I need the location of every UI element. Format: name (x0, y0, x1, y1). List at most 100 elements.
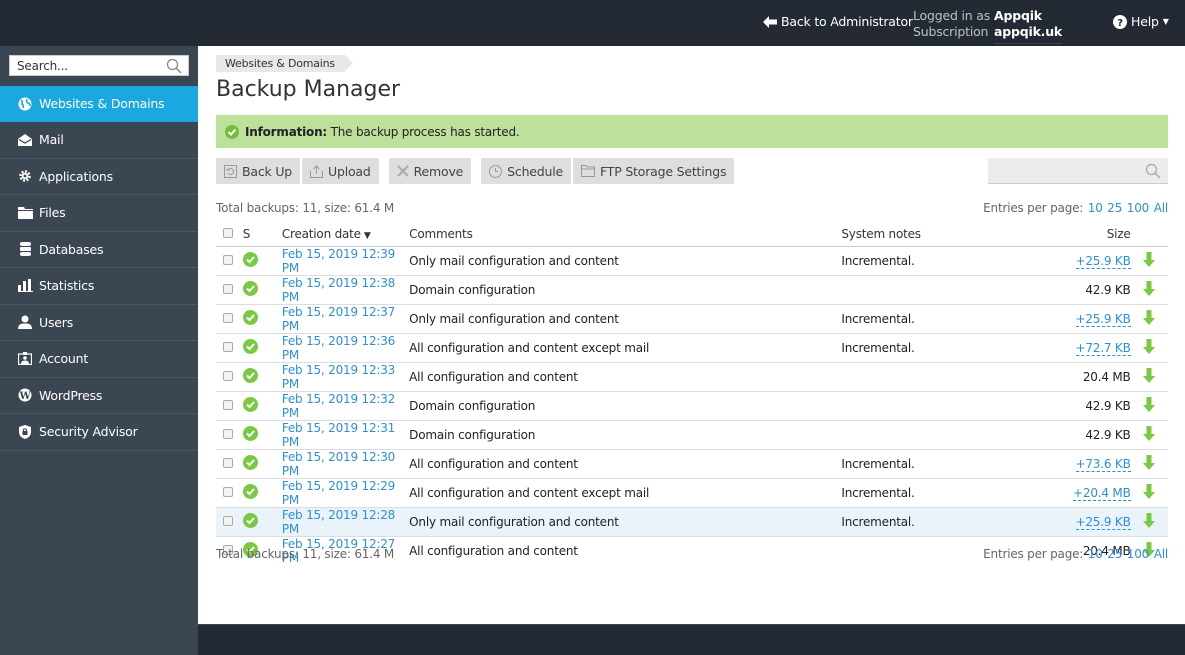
table-row[interactable]: Feb 15, 2019 12:33 PM All configuration a… (216, 362, 1168, 392)
row-checkbox[interactable] (223, 428, 233, 439)
backup-date-link[interactable]: Feb 15, 2019 12:28 PM (282, 508, 395, 536)
back-to-administrator-link[interactable]: Back to Administrator (763, 14, 913, 29)
entries-per-page-bottom: Entries per page: 10 25 100 All (983, 547, 1168, 561)
sidebar-item-statistics[interactable]: Statistics (0, 268, 198, 305)
schedule-label: Schedule (507, 163, 563, 179)
sidebar-item-applications[interactable]: Applications (0, 159, 198, 195)
search-icon[interactable] (1145, 163, 1161, 179)
remove-label: Remove (413, 163, 464, 179)
row-checkbox[interactable] (223, 399, 233, 410)
table-row[interactable]: Feb 15, 2019 12:39 PM Only mail configura… (216, 246, 1168, 276)
sidebar-item-wordpress[interactable]: W WordPress (0, 378, 198, 414)
sidebar-item-label: Account (39, 351, 89, 367)
top-bar: Back to Administrator Logged in as Subsc… (0, 0, 1185, 46)
status-success-icon (242, 309, 258, 325)
backup-size-link[interactable]: +72.7 KB (1075, 340, 1131, 356)
search-placeholder: Search... (17, 58, 68, 73)
backup-size-link[interactable]: +25.9 KB (1075, 311, 1131, 327)
row-checkbox[interactable] (223, 486, 233, 497)
backup-date-link[interactable]: Feb 15, 2019 12:29 PM (282, 479, 395, 507)
select-all-checkbox[interactable] (223, 227, 233, 238)
sidebar-item-label: Users (39, 314, 74, 330)
row-checkbox[interactable] (223, 283, 233, 294)
download-icon[interactable] (1142, 251, 1155, 267)
backup-size-link[interactable]: +73.6 KB (1075, 456, 1131, 472)
row-checkbox[interactable] (223, 457, 233, 468)
wordpress-icon: W (17, 387, 33, 403)
table-row[interactable]: Feb 15, 2019 12:36 PM All configuration a… (216, 333, 1168, 363)
breadcrumb-websites-domains[interactable]: Websites & Domains (216, 55, 353, 72)
backup-date-link[interactable]: Feb 15, 2019 12:31 PM (282, 421, 395, 449)
entries-option-10[interactable]: 10 (1088, 547, 1103, 561)
row-checkbox[interactable] (223, 515, 233, 526)
backup-date-link[interactable]: Feb 15, 2019 12:36 PM (282, 334, 395, 362)
backup-date-link[interactable]: Feb 15, 2019 12:37 PM (282, 305, 395, 333)
subscription-selector[interactable]: appqik.uk (994, 24, 1062, 44)
backup-date-link[interactable]: Feb 15, 2019 12:39 PM (282, 247, 395, 275)
table-row[interactable]: Feb 15, 2019 12:30 PM All configuration a… (216, 449, 1168, 479)
row-checkbox[interactable] (223, 254, 233, 265)
backup-date-link[interactable]: Feb 15, 2019 12:38 PM (282, 276, 395, 304)
status-success-icon (242, 367, 258, 383)
sidebar-item-files[interactable]: Files (0, 195, 198, 232)
sidebar-item-security-advisor[interactable]: Security Advisor (0, 414, 198, 451)
backup-date-link[interactable]: Feb 15, 2019 12:33 PM (282, 363, 395, 391)
table-row[interactable]: Feb 15, 2019 12:32 PM Domain configuratio… (216, 391, 1168, 421)
backup-date-link[interactable]: Feb 15, 2019 12:32 PM (282, 392, 395, 420)
download-icon[interactable] (1142, 454, 1155, 470)
download-icon[interactable] (1142, 512, 1155, 528)
entries-option-25[interactable]: 25 (1107, 201, 1122, 215)
row-checkbox[interactable] (223, 312, 233, 323)
user-name[interactable]: Appqik (994, 8, 1062, 24)
download-icon[interactable] (1142, 309, 1155, 325)
entries-label: Entries per page: (983, 547, 1084, 561)
download-icon[interactable] (1142, 367, 1155, 383)
entries-option-100[interactable]: 100 (1127, 547, 1150, 561)
download-icon[interactable] (1142, 338, 1155, 354)
row-checkbox[interactable] (223, 370, 233, 381)
table-row[interactable]: Feb 15, 2019 12:28 PM Only mail configura… (216, 507, 1168, 537)
download-icon[interactable] (1142, 280, 1155, 296)
table-row[interactable]: Feb 15, 2019 12:38 PM Domain configuratio… (216, 275, 1168, 305)
svg-text:W: W (18, 391, 31, 402)
upload-label: Upload (328, 163, 371, 179)
download-icon[interactable] (1142, 396, 1155, 412)
sidebar-item-users[interactable]: Users (0, 305, 198, 341)
total-backups-summary-top: Total backups: 11, size: 61.4 M (216, 201, 395, 215)
backup-system-notes (841, 275, 1001, 305)
entries-option-all[interactable]: All (1154, 547, 1168, 561)
back-up-button[interactable]: Back Up (216, 158, 301, 184)
sidebar-search-input[interactable]: Search... (9, 55, 189, 76)
table-row[interactable]: Feb 15, 2019 12:37 PM Only mail configura… (216, 304, 1168, 334)
remove-button[interactable]: Remove (388, 158, 472, 184)
schedule-button[interactable]: Schedule (481, 158, 571, 184)
row-checkbox[interactable] (223, 341, 233, 352)
ftp-storage-settings-button[interactable]: FTP Storage Settings (573, 158, 735, 184)
help-menu[interactable]: ? Help ▼ (1113, 14, 1169, 29)
column-creation-date[interactable]: Creation date ▼ (281, 222, 410, 247)
backup-size-link[interactable]: +20.4 MB (1073, 485, 1131, 501)
entries-option-25[interactable]: 25 (1107, 547, 1122, 561)
entries-option-10[interactable]: 10 (1088, 201, 1103, 215)
sidebar-item-websites-domains[interactable]: Websites & Domains (0, 86, 198, 122)
download-icon[interactable] (1142, 483, 1155, 499)
backup-date-link[interactable]: Feb 15, 2019 12:30 PM (282, 450, 395, 478)
download-icon[interactable] (1142, 425, 1155, 441)
table-row[interactable]: Feb 15, 2019 12:29 PM All configuration a… (216, 478, 1168, 508)
check-circle-icon (225, 124, 239, 139)
backup-size: 42.9 KB (1085, 398, 1131, 413)
backup-size-link[interactable]: +25.9 KB (1075, 253, 1131, 269)
backup-size-link[interactable]: +25.9 KB (1075, 514, 1131, 530)
sidebar-item-databases[interactable]: Databases (0, 232, 198, 268)
entries-option-100[interactable]: 100 (1127, 201, 1150, 215)
table-row[interactable]: Feb 15, 2019 12:31 PM Domain configuratio… (216, 420, 1168, 450)
sidebar-item-account[interactable]: Account (0, 341, 198, 378)
subscription-label: Subscription (913, 24, 989, 39)
search-icon[interactable] (166, 58, 182, 74)
entries-option-all[interactable]: All (1154, 201, 1168, 215)
list-search-input[interactable] (988, 158, 1168, 184)
id-card-icon (17, 351, 33, 367)
back-label: Back to Administrator (781, 14, 913, 29)
upload-button[interactable]: Upload (302, 158, 379, 184)
sidebar-item-mail[interactable]: Mail (0, 122, 198, 159)
